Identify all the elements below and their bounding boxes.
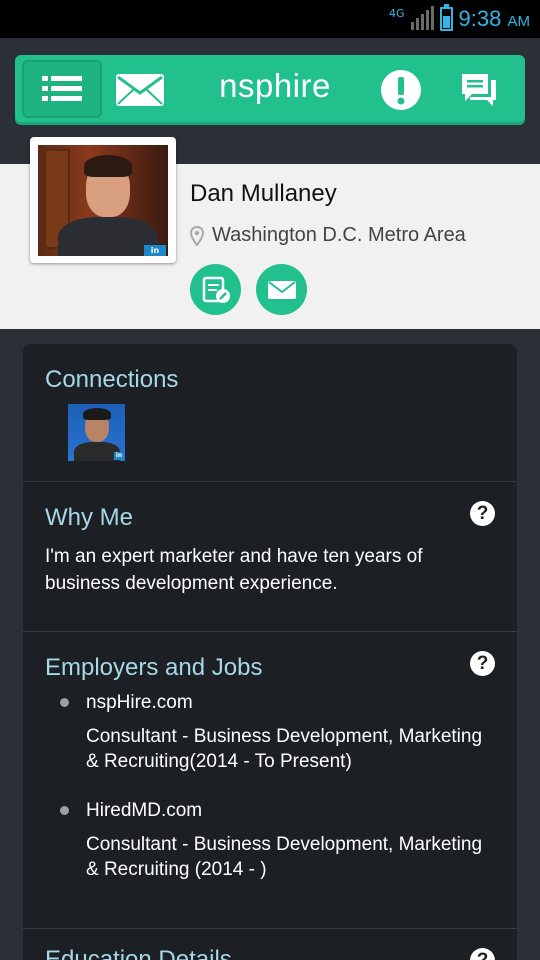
envelope-icon	[267, 280, 296, 299]
employers-help-icon[interactable]: ?	[470, 651, 495, 676]
section-divider	[23, 928, 517, 929]
network-type: 4G	[389, 6, 405, 20]
send-message-button[interactable]	[256, 264, 307, 315]
profile-details-card: Connections in Why Me ? I'm an expert ma…	[23, 344, 517, 960]
list-menu-icon	[42, 76, 82, 101]
employer-name: nspHire.com	[86, 692, 193, 713]
employer-role: Consultant - Business Development, Marke…	[86, 726, 483, 772]
messages-button[interactable]	[113, 67, 167, 113]
chat-button[interactable]	[459, 67, 499, 113]
connections-title: Connections	[45, 366, 179, 393]
location-text: Washington D.C. Metro Area	[212, 224, 466, 246]
employer-name: HiredMD.com	[86, 800, 203, 821]
employer-role: Consultant - Business Development, Marke…	[86, 834, 483, 880]
clock: 9:38 AM	[458, 6, 530, 31]
profile-location: Washington D.C. Metro Area	[190, 224, 466, 247]
location-pin-icon	[190, 225, 204, 246]
status-bar: 4G 9:38 AM	[0, 0, 540, 38]
signal-icon	[410, 6, 434, 30]
section-divider	[23, 631, 517, 632]
linkedin-badge-icon: in	[114, 452, 124, 460]
profile-photo: in	[38, 145, 168, 256]
connection-avatar[interactable]: in	[68, 404, 125, 461]
employers-title: Employers and Jobs	[45, 654, 263, 681]
top-nav-bar: nsphire	[15, 55, 525, 125]
profile-photo-frame[interactable]: in	[30, 137, 176, 263]
education-help-icon[interactable]: ?	[470, 948, 495, 960]
bullet-icon	[60, 806, 69, 815]
linkedin-badge-icon: in	[144, 245, 166, 256]
envelope-icon	[116, 74, 164, 106]
alerts-button[interactable]	[379, 67, 423, 113]
battery-icon	[439, 4, 453, 31]
brand-logo: nsphire	[219, 67, 331, 104]
chat-bubbles-icon	[462, 74, 496, 106]
status-indicators: 4G 9:38 AM	[389, 4, 530, 34]
view-resume-button[interactable]	[190, 264, 241, 315]
why-me-text: I'm an expert marketer and have ten year…	[45, 546, 423, 594]
profile-name: Dan Mullaney	[190, 180, 337, 207]
exclamation-icon	[381, 70, 421, 110]
section-divider	[23, 481, 517, 482]
why-me-title: Why Me	[45, 504, 134, 531]
document-edit-icon	[202, 276, 230, 303]
bullet-icon	[60, 698, 69, 707]
menu-button[interactable]	[22, 60, 102, 118]
education-title: Education Details	[45, 946, 232, 960]
why-me-help-icon[interactable]: ?	[470, 501, 495, 526]
